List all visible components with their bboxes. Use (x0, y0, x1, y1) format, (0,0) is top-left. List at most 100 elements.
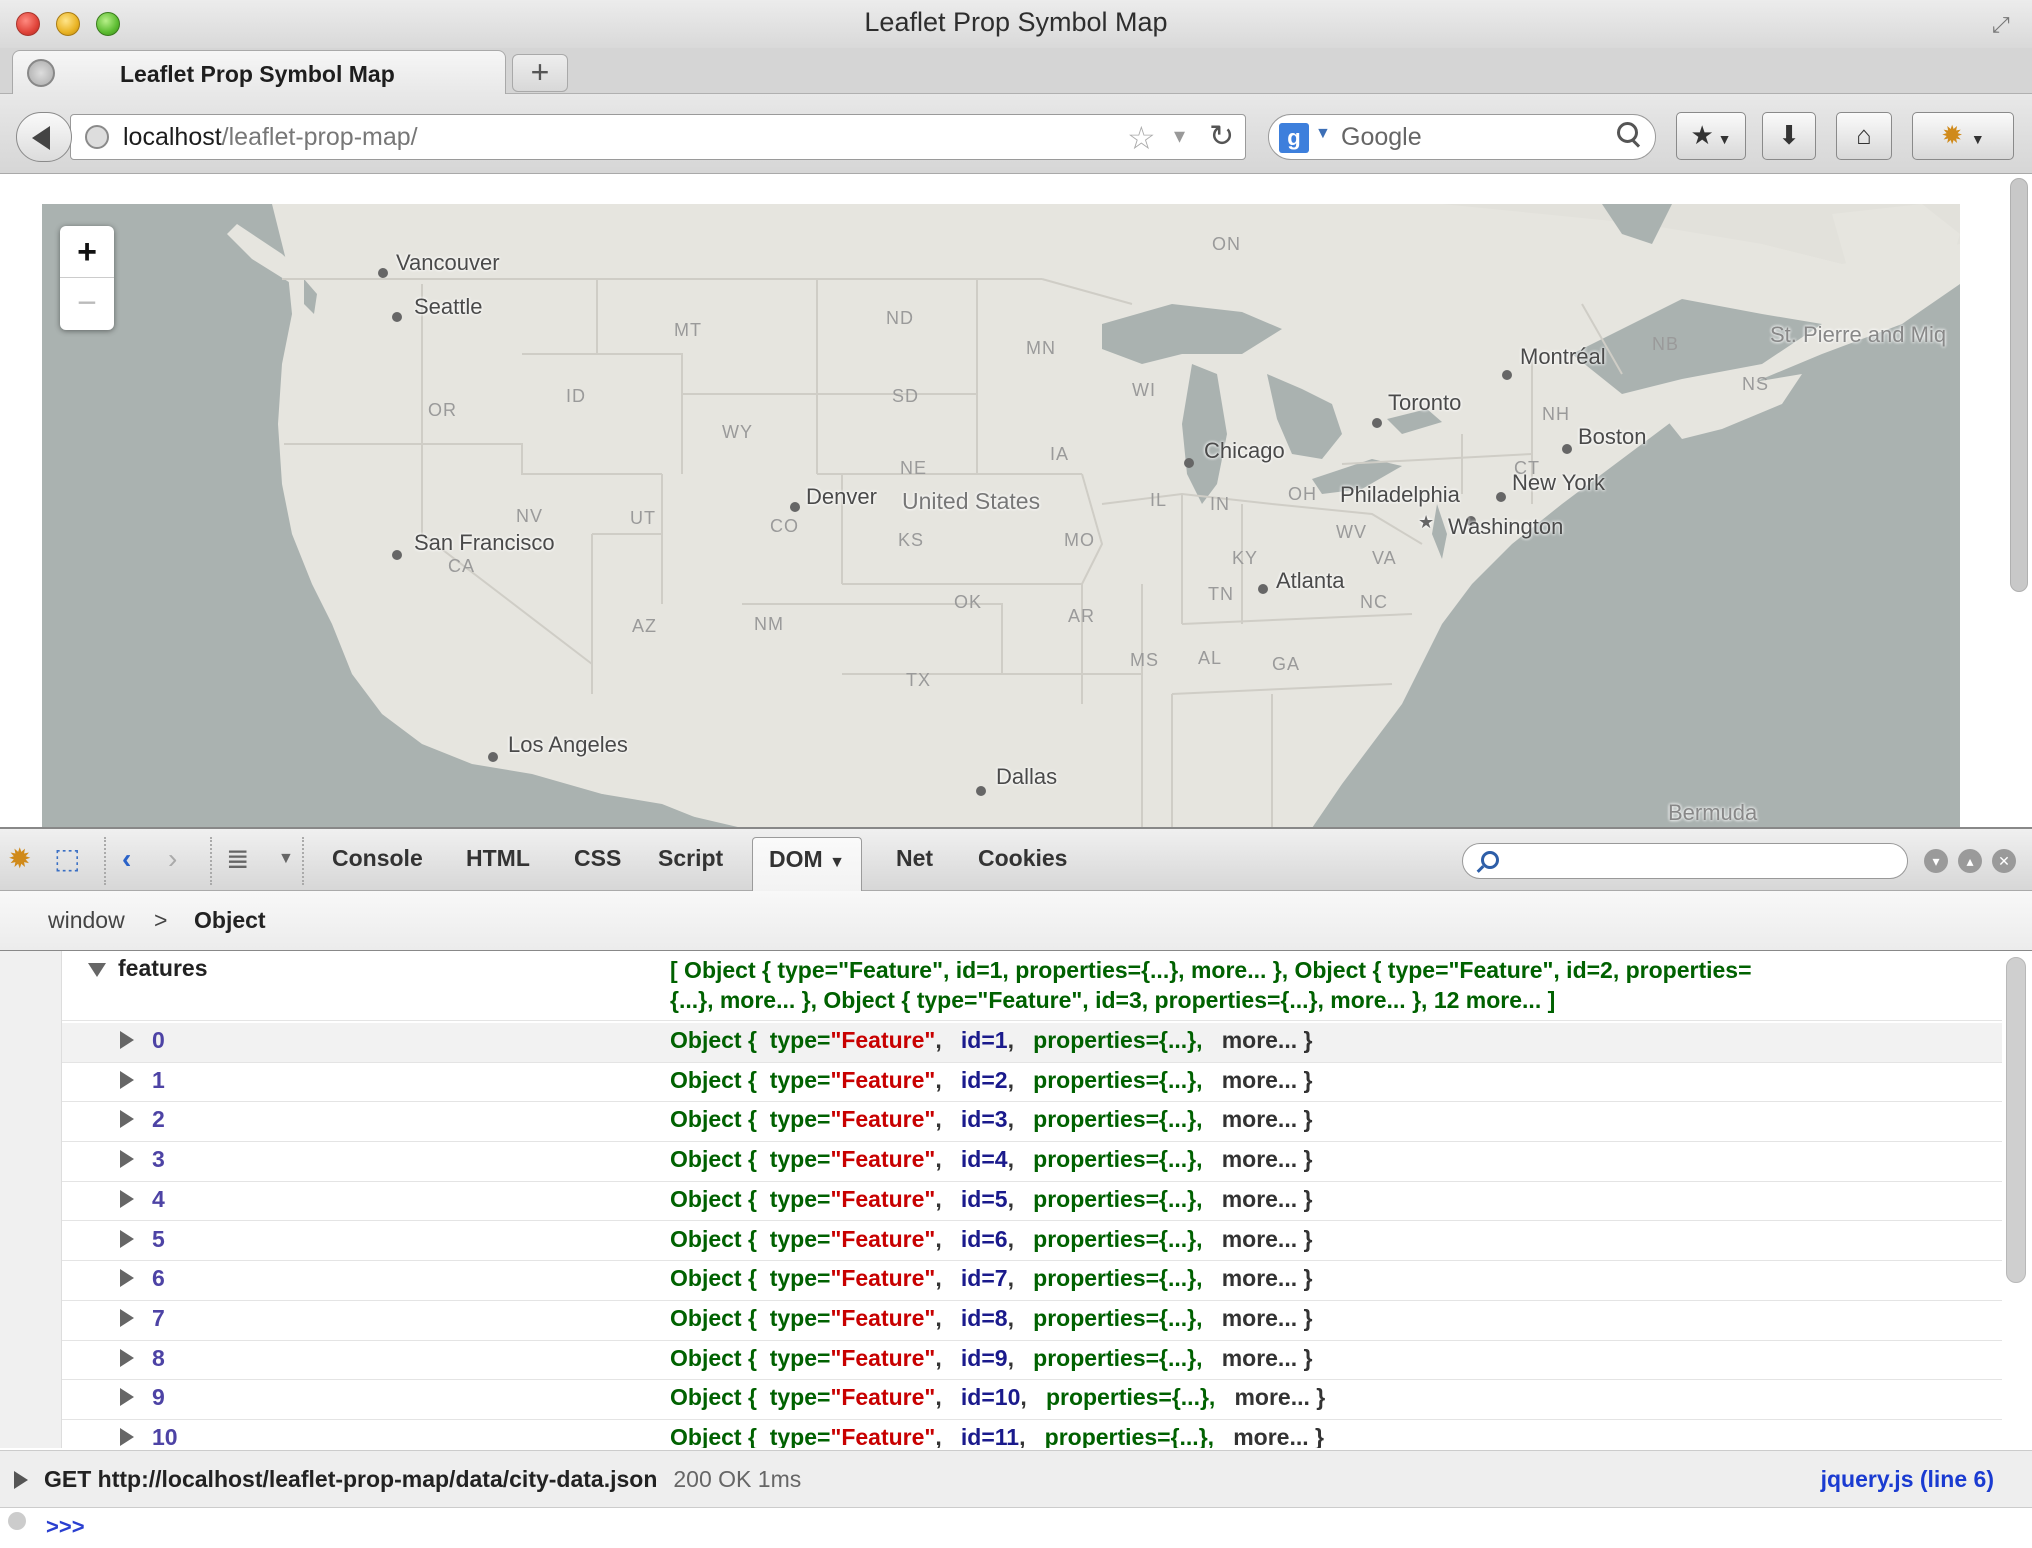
dom-value[interactable]: Object { type="Feature", id=5, propertie… (670, 1186, 1312, 1213)
leaflet-map[interactable]: ON MT ND MN OR ID SD WY WI NE IA NV UT C… (42, 204, 1960, 828)
collapsed-twisty-icon[interactable] (120, 1229, 134, 1248)
dom-row[interactable]: 1 Object { type="Feature", id=2, properti… (62, 1063, 2002, 1103)
chevron-down-icon[interactable]: ▼ (278, 843, 294, 875)
dom-row[interactable]: 6 Object { type="Feature", id=7, properti… (62, 1261, 2002, 1301)
collapsed-twisty-icon[interactable] (120, 1031, 134, 1049)
collapsed-twisty-icon[interactable] (120, 1070, 134, 1089)
forward-arrow-icon[interactable]: › (168, 843, 177, 875)
city-marker[interactable] (392, 312, 402, 322)
dom-value[interactable]: Object { type="Feature", id=4, propertie… (670, 1146, 1312, 1173)
firebug-menu-button[interactable]: ✹ ▼ (1912, 112, 2014, 160)
search-bar[interactable]: g ▼ Google (1268, 114, 1656, 160)
capital-star-icon[interactable]: ★ (1418, 512, 1434, 533)
tab-net[interactable]: Net (896, 845, 933, 872)
google-engine-icon[interactable]: g (1279, 123, 1309, 153)
dom-value-brace: { (741, 1265, 770, 1292)
download-arrow-icon: ⬇ (1778, 120, 1800, 150)
url-bar[interactable]: localhost/leaflet-prop-map/ ☆ ▾ ↻ (70, 114, 1246, 160)
breadcrumb-object[interactable]: Object (194, 907, 266, 934)
collapsed-twisty-icon[interactable] (120, 1388, 134, 1407)
url-text[interactable]: localhost/leaflet-prop-map/ (123, 123, 418, 152)
downloads-button[interactable]: ⬇ (1762, 112, 1816, 160)
tab-cookies[interactable]: Cookies (978, 845, 1067, 872)
tab-console[interactable]: Console (332, 845, 423, 872)
collapsed-twisty-icon[interactable] (120, 1110, 134, 1129)
tab-html[interactable]: HTML (466, 845, 530, 872)
features-summary-line: {...}, more... }, Object { type="Feature… (670, 987, 1556, 1013)
search-icon[interactable] (1617, 122, 1641, 146)
bookmarks-button[interactable]: ★ ▼ (1676, 112, 1746, 160)
breadcrumb-window[interactable]: window (48, 907, 125, 934)
firebug-icon[interactable]: ✹ (8, 843, 31, 875)
dom-value[interactable]: Object { type="Feature", id=7, propertie… (670, 1265, 1312, 1292)
collapsed-twisty-icon[interactable] (120, 1308, 134, 1327)
dom-row[interactable]: 7 Object { type="Feature", id=8, properti… (62, 1301, 2002, 1341)
dom-value[interactable]: Object { type="Feature", id=11, properti… (670, 1424, 1324, 1448)
chevron-down-icon[interactable]: ▼ (829, 854, 845, 871)
minimize-panel-icon[interactable]: ▾ (1924, 849, 1948, 873)
city-marker[interactable] (1372, 418, 1382, 428)
city-marker[interactable] (1184, 458, 1194, 468)
collapsed-twisty-icon[interactable] (120, 1189, 134, 1208)
tab-script[interactable]: Script (658, 845, 723, 872)
new-tab-button[interactable]: + (512, 54, 568, 92)
console-net-row[interactable]: GET http://localhost/leaflet-prop-map/da… (0, 1450, 2032, 1508)
source-link[interactable]: jquery.js (line 6) (1821, 1466, 1994, 1493)
dom-row[interactable]: 8 Object { type="Feature", id=9, properti… (62, 1341, 2002, 1381)
detach-panel-icon[interactable]: ▴ (1958, 849, 1982, 873)
dom-value[interactable]: Object { type="Feature", id=9, propertie… (670, 1345, 1312, 1372)
page-scrollbar[interactable] (2010, 178, 2028, 592)
tab-css[interactable]: CSS (574, 845, 621, 872)
history-dropdown-icon[interactable]: ▾ (1174, 123, 1185, 149)
dom-row[interactable]: 5 Object { type="Feature", id=6, properti… (62, 1222, 2002, 1262)
city-marker[interactable] (1496, 492, 1506, 502)
collapsed-twisty-icon[interactable] (120, 1150, 134, 1169)
fullscreen-icon[interactable]: ⤢ (1992, 12, 2018, 38)
dom-value[interactable]: Object { type="Feature", id=3, propertie… (670, 1106, 1312, 1133)
command-toggle-icon[interactable] (8, 1512, 26, 1530)
inspect-element-icon[interactable]: ⬚ (54, 843, 80, 875)
city-marker[interactable] (378, 268, 388, 278)
city-marker[interactable] (1562, 444, 1572, 454)
tab-dom[interactable]: DOM ▼ (752, 837, 862, 894)
bookmark-star-icon[interactable]: ☆ (1127, 119, 1156, 157)
city-marker[interactable] (790, 502, 800, 512)
dom-row[interactable]: 9 Object { type="Feature", id=10, propert… (62, 1380, 2002, 1420)
zoom-out-button[interactable]: − (60, 278, 114, 330)
dom-row-features[interactable]: features [ Object { type="Feature", id=1… (62, 951, 2002, 1021)
city-marker[interactable] (1502, 370, 1512, 380)
search-input[interactable]: Google (1341, 123, 1422, 152)
collapsed-twisty-icon[interactable] (120, 1348, 134, 1367)
dom-value[interactable]: Object { type="Feature", id=8, propertie… (670, 1305, 1312, 1332)
dom-scrollbar[interactable] (2006, 957, 2026, 1283)
firebug-search-input[interactable] (1462, 843, 1908, 879)
expanded-twisty-icon[interactable] (88, 963, 106, 977)
dom-value[interactable]: Object { type="Feature", id=6, propertie… (670, 1226, 1312, 1253)
collapsed-twisty-icon[interactable] (120, 1269, 134, 1288)
engine-dropdown-icon[interactable]: ▼ (1315, 125, 1331, 143)
dom-row[interactable]: 4 Object { type="Feature", id=5, properti… (62, 1182, 2002, 1222)
close-panel-icon[interactable]: ✕ (1992, 849, 2016, 873)
home-button[interactable]: ⌂ (1836, 112, 1892, 160)
panel-list-icon[interactable]: ≣ (226, 843, 249, 875)
command-line[interactable]: >>> (0, 1508, 2032, 1548)
city-marker[interactable] (1258, 584, 1268, 594)
dom-row[interactable]: 2 Object { type="Feature", id=3, properti… (62, 1102, 2002, 1143)
dom-row[interactable]: 10 Object { type="Feature", id=11, proper… (62, 1420, 2002, 1448)
city-marker[interactable] (392, 550, 402, 560)
dom-value[interactable]: [ Object { type="Feature", id=1, propert… (670, 955, 1752, 1015)
city-marker[interactable] (976, 786, 986, 796)
dom-value[interactable]: Object { type="Feature", id=10, properti… (670, 1384, 1325, 1411)
tab-leaflet-prop-symbol-map[interactable]: Leaflet Prop Symbol Map (12, 50, 506, 94)
dom-row[interactable]: 3 Object { type="Feature", id=4, properti… (62, 1142, 2002, 1182)
city-marker[interactable] (488, 752, 498, 762)
dom-value[interactable]: Object { type="Feature", id=1, propertie… (670, 1027, 1312, 1054)
collapsed-twisty-icon[interactable] (120, 1428, 134, 1446)
zoom-in-button[interactable]: + (60, 226, 114, 278)
reload-icon[interactable]: ↻ (1209, 119, 1234, 154)
dom-row[interactable]: 0 Object { type="Feature", id=1, properti… (62, 1023, 2002, 1063)
collapsed-twisty-icon[interactable] (14, 1471, 28, 1489)
back-button[interactable] (16, 112, 72, 162)
dom-value[interactable]: Object { type="Feature", id=2, propertie… (670, 1067, 1312, 1094)
back-arrow-icon[interactable]: ‹ (122, 843, 131, 875)
